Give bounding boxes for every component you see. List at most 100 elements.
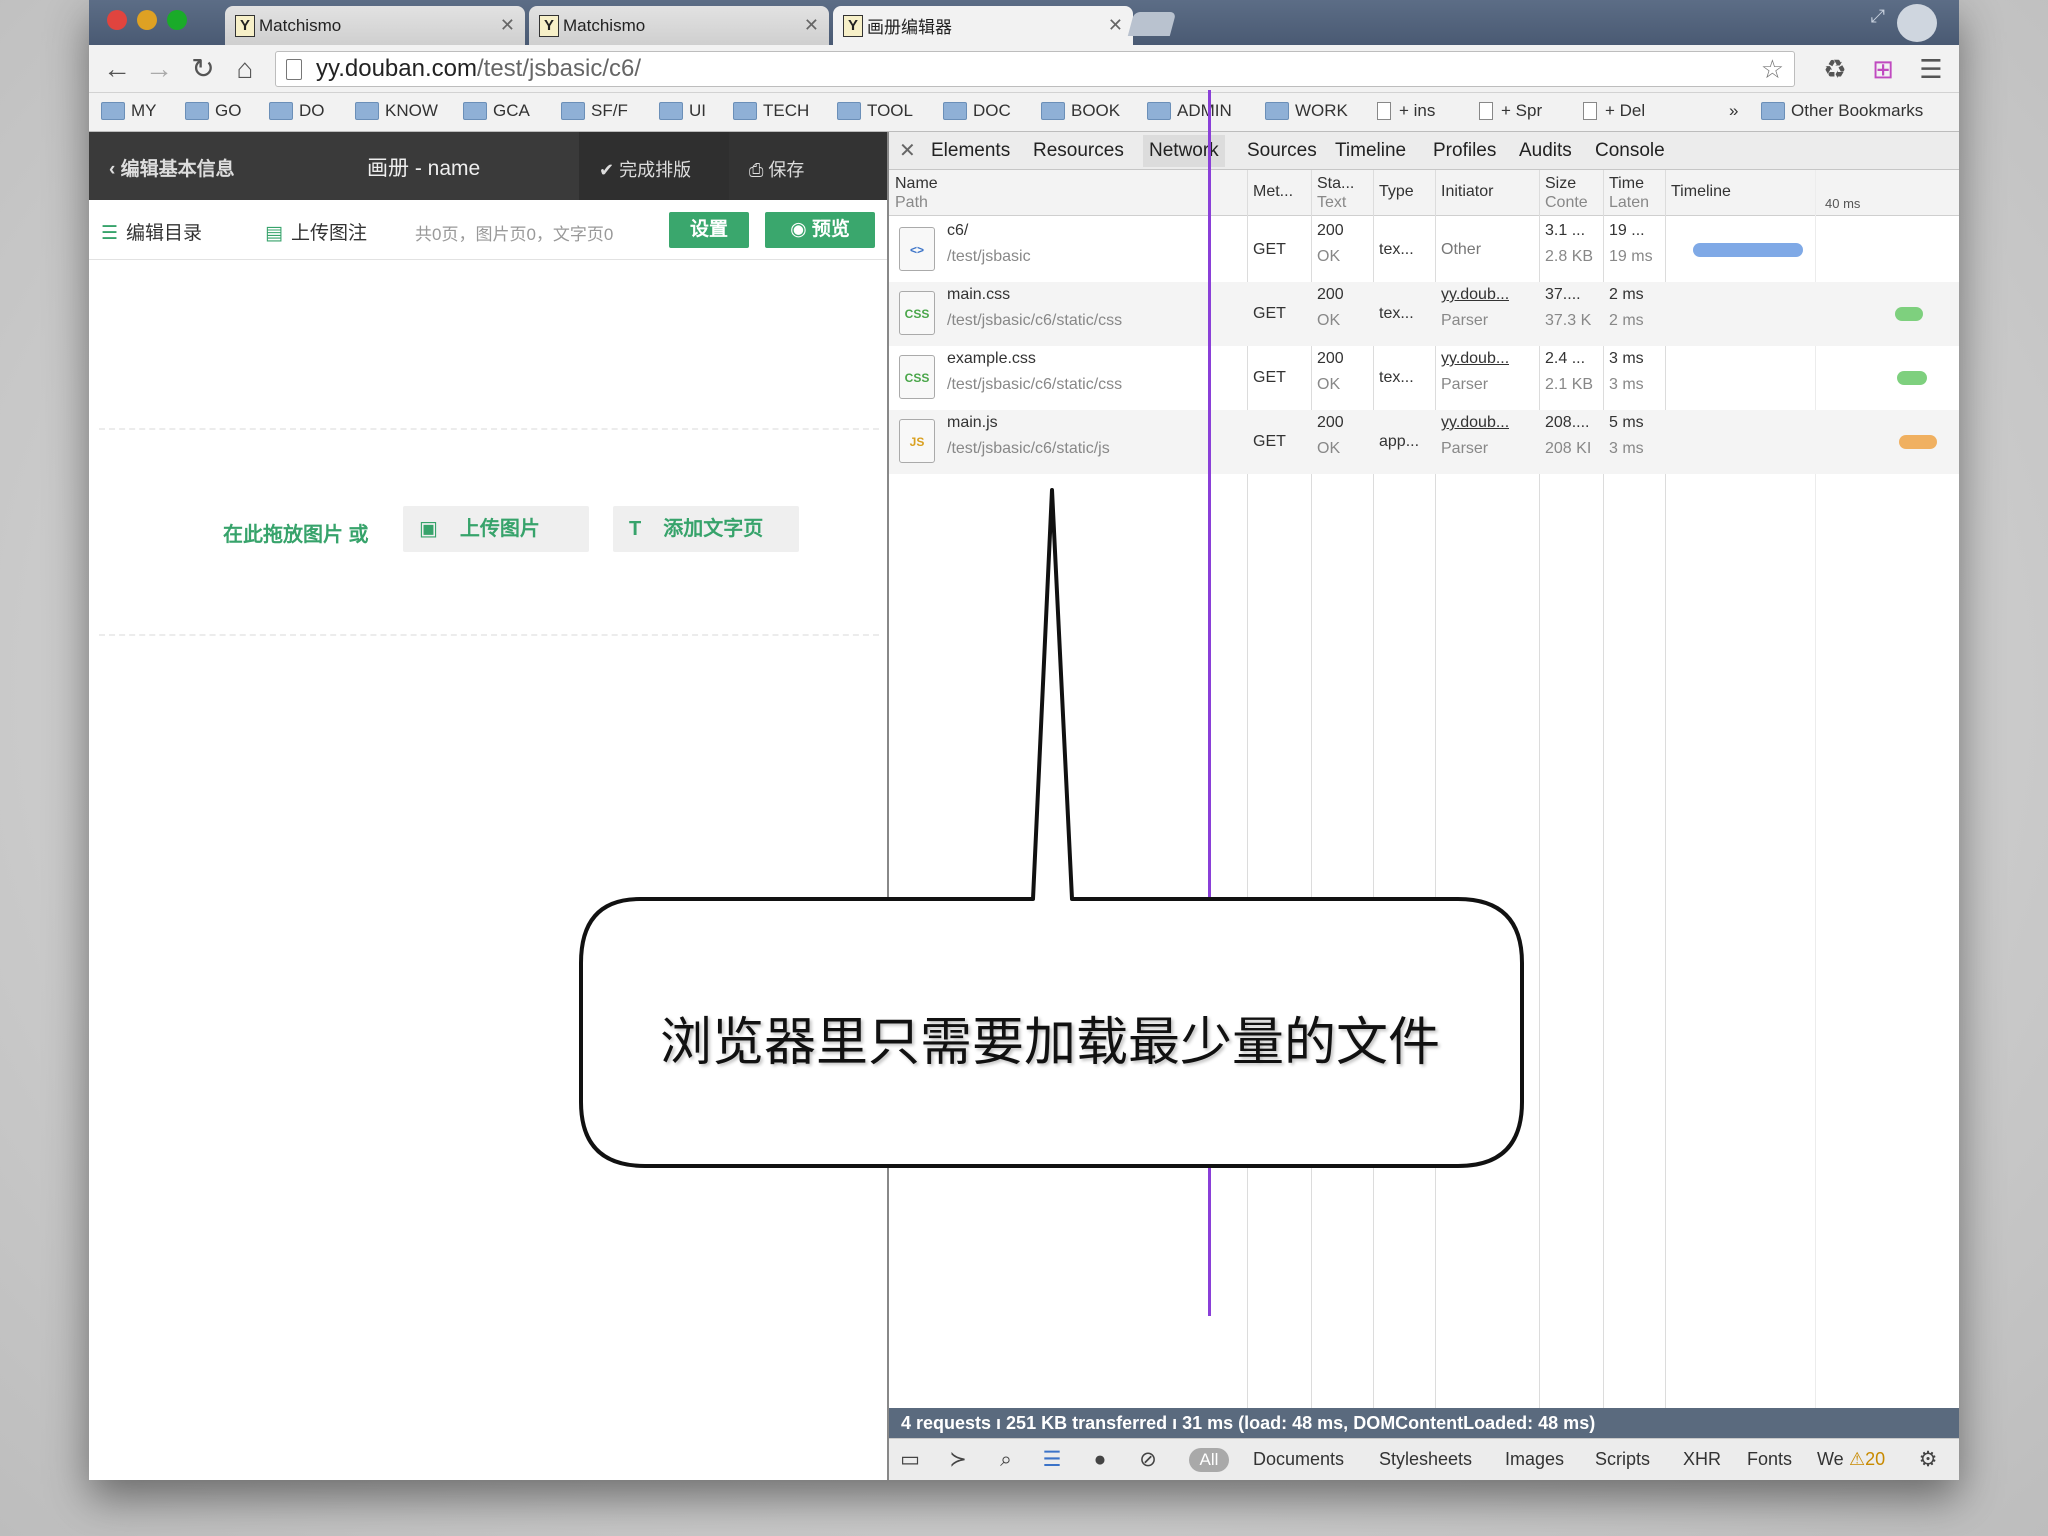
tab-elements[interactable]: Elements: [931, 140, 1010, 162]
column-type-header[interactable]: Type: [1379, 182, 1435, 201]
request-name-cell[interactable]: example.css/test/jsbasic/c6/static/css: [947, 346, 1243, 398]
filter-xhr[interactable]: XHR: [1683, 1449, 1721, 1470]
filter-websockets[interactable]: We: [1817, 1449, 1844, 1470]
column-name-header[interactable]: Name Path: [895, 174, 1235, 212]
record-icon[interactable]: ●: [1087, 1447, 1113, 1473]
bookmark-link[interactable]: + Spr: [1479, 101, 1542, 121]
forward-arrow-icon[interactable]: →: [143, 53, 175, 85]
upload-caption-button[interactable]: ▤ 上传图注: [265, 218, 367, 245]
tab-sources[interactable]: Sources: [1247, 140, 1317, 162]
home-icon[interactable]: ⌂: [229, 53, 261, 85]
css-file-icon: CSS: [899, 291, 935, 335]
bookmark-folder[interactable]: MY: [101, 101, 157, 121]
bookmark-folder[interactable]: SF/F: [561, 101, 628, 121]
column-initiator-header[interactable]: Initiator: [1441, 182, 1537, 201]
warning-count[interactable]: ⚠20: [1849, 1449, 1885, 1470]
close-window-button[interactable]: [107, 10, 127, 30]
tab-console[interactable]: Console: [1595, 140, 1665, 162]
bookmark-folder[interactable]: GCA: [463, 101, 530, 121]
tab-audits[interactable]: Audits: [1519, 140, 1572, 162]
dock-icon[interactable]: ▭: [897, 1447, 923, 1473]
tab-network[interactable]: Network: [1143, 135, 1225, 167]
initiator-cell[interactable]: yy.doub... Parser: [1441, 346, 1509, 398]
tab-timeline[interactable]: Timeline: [1335, 140, 1406, 162]
bookmark-folder[interactable]: GO: [185, 101, 241, 121]
finish-layout-button[interactable]: ✔ 完成排版: [579, 132, 729, 200]
back-to-info-button[interactable]: ‹ 编辑基本信息: [109, 154, 235, 181]
folder-icon: [561, 102, 585, 120]
profile-avatar-icon[interactable]: [1897, 4, 1937, 42]
zoom-window-button[interactable]: [167, 10, 187, 30]
close-tab-icon[interactable]: ✕: [1108, 15, 1123, 36]
close-devtools-icon[interactable]: ✕: [899, 138, 916, 163]
column-timeline-header[interactable]: Timeline: [1671, 182, 1811, 201]
save-button[interactable]: ⎙ 保存: [729, 132, 887, 200]
bookmark-folder[interactable]: WORK: [1265, 101, 1348, 121]
recycle-extension-icon[interactable]: ♻: [1819, 53, 1851, 85]
clear-icon[interactable]: ⊘: [1135, 1447, 1161, 1473]
menu-icon[interactable]: ☰: [1915, 53, 1947, 85]
bookmark-folder[interactable]: BOOK: [1041, 101, 1120, 121]
settings-button[interactable]: 设置: [669, 212, 749, 248]
bookmark-folder[interactable]: DO: [269, 101, 325, 121]
devtools-bottom-bar: ▭ ≻ ⌕ ☰ ● ⊘ All Documents Stylesheets Im…: [889, 1438, 1959, 1480]
upload-image-button[interactable]: ▣ 上传图片: [403, 506, 589, 552]
edit-toc-button[interactable]: ☰ 编辑目录: [101, 218, 202, 245]
search-icon[interactable]: ⌕: [993, 1447, 1019, 1473]
filter-stylesheets[interactable]: Stylesheets: [1379, 1449, 1472, 1470]
column-size-header[interactable]: Size Conte: [1545, 174, 1603, 212]
request-name-cell[interactable]: main.js/test/jsbasic/c6/static/js: [947, 410, 1243, 462]
fullscreen-icon[interactable]: ⤢: [1871, 6, 1885, 27]
bookmark-folder[interactable]: TECH: [733, 101, 809, 121]
minimize-window-button[interactable]: [137, 10, 157, 30]
table-row[interactable]: <> c6//test/jsbasic GET 200 OK tex... Oth…: [889, 218, 1959, 282]
filter-scripts[interactable]: Scripts: [1595, 1449, 1650, 1470]
request-name-cell[interactable]: c6//test/jsbasic: [947, 218, 1243, 270]
filter-all[interactable]: All: [1189, 1448, 1229, 1472]
bookmark-folder[interactable]: UI: [659, 101, 706, 121]
filter-images[interactable]: Images: [1505, 1449, 1564, 1470]
column-method-header[interactable]: Met...: [1253, 182, 1303, 201]
bookmarks-overflow-button[interactable]: »: [1729, 101, 1738, 121]
browser-tab[interactable]: Y Matchismo ✕: [529, 6, 829, 45]
address-bar[interactable]: yy.douban.com/test/jsbasic/c6/ ☆: [275, 51, 1795, 87]
filter-documents[interactable]: Documents: [1253, 1449, 1344, 1470]
back-arrow-icon[interactable]: ←: [101, 53, 133, 85]
bookmark-folder[interactable]: TOOL: [837, 101, 913, 121]
table-row[interactable]: CSS main.css/test/jsbasic/c6/static/css …: [889, 282, 1959, 346]
add-text-page-button[interactable]: T 添加文字页: [613, 506, 799, 552]
color-extension-icon[interactable]: ⊞: [1867, 53, 1899, 85]
column-time-header[interactable]: Time Laten: [1609, 174, 1663, 212]
table-row[interactable]: CSS example.css/test/jsbasic/c6/static/c…: [889, 346, 1959, 410]
other-bookmarks-folder[interactable]: Other Bookmarks: [1761, 101, 1923, 121]
close-tab-icon[interactable]: ✕: [500, 15, 515, 36]
network-grid-header: Name Path Met... Sta... Text Type Initiato…: [889, 170, 1959, 216]
bookmark-folder[interactable]: KNOW: [355, 101, 438, 121]
bookmark-link[interactable]: + ins: [1377, 101, 1435, 121]
initiator-cell[interactable]: yy.doub... Parser: [1441, 410, 1509, 462]
bookmark-link[interactable]: + Del: [1583, 101, 1645, 121]
request-name-cell[interactable]: main.css/test/jsbasic/c6/static/css: [947, 282, 1243, 334]
bookmark-star-icon[interactable]: ☆: [1761, 52, 1784, 86]
gear-icon[interactable]: ⚙: [1915, 1447, 1941, 1473]
drop-zone-bottom-border: [99, 634, 879, 636]
list-view-icon[interactable]: ☰: [1039, 1447, 1065, 1473]
new-tab-button[interactable]: [1127, 12, 1177, 36]
reload-icon[interactable]: ↻: [187, 53, 219, 85]
tab-profiles[interactable]: Profiles: [1433, 140, 1496, 162]
initiator-cell[interactable]: yy.doub... Parser: [1441, 282, 1509, 334]
browser-tab[interactable]: Y Matchismo ✕: [225, 6, 525, 45]
document-icon: [1479, 102, 1493, 120]
browser-tab-active[interactable]: Y 画册编辑器 ✕: [833, 6, 1133, 45]
bookmark-folder[interactable]: DOC: [943, 101, 1011, 121]
console-drawer-icon[interactable]: ≻: [945, 1447, 971, 1473]
close-tab-icon[interactable]: ✕: [804, 15, 819, 36]
column-status-header[interactable]: Sta... Text: [1317, 174, 1369, 212]
yahoo-favicon-icon: Y: [843, 14, 863, 37]
table-row[interactable]: JS main.js/test/jsbasic/c6/static/js GET…: [889, 410, 1959, 474]
status-cell: 200 OK: [1317, 414, 1344, 457]
bookmark-folder[interactable]: ADMIN: [1147, 101, 1232, 121]
preview-button[interactable]: ◉ 预览: [765, 212, 875, 248]
filter-fonts[interactable]: Fonts: [1747, 1449, 1792, 1470]
tab-resources[interactable]: Resources: [1033, 140, 1124, 162]
